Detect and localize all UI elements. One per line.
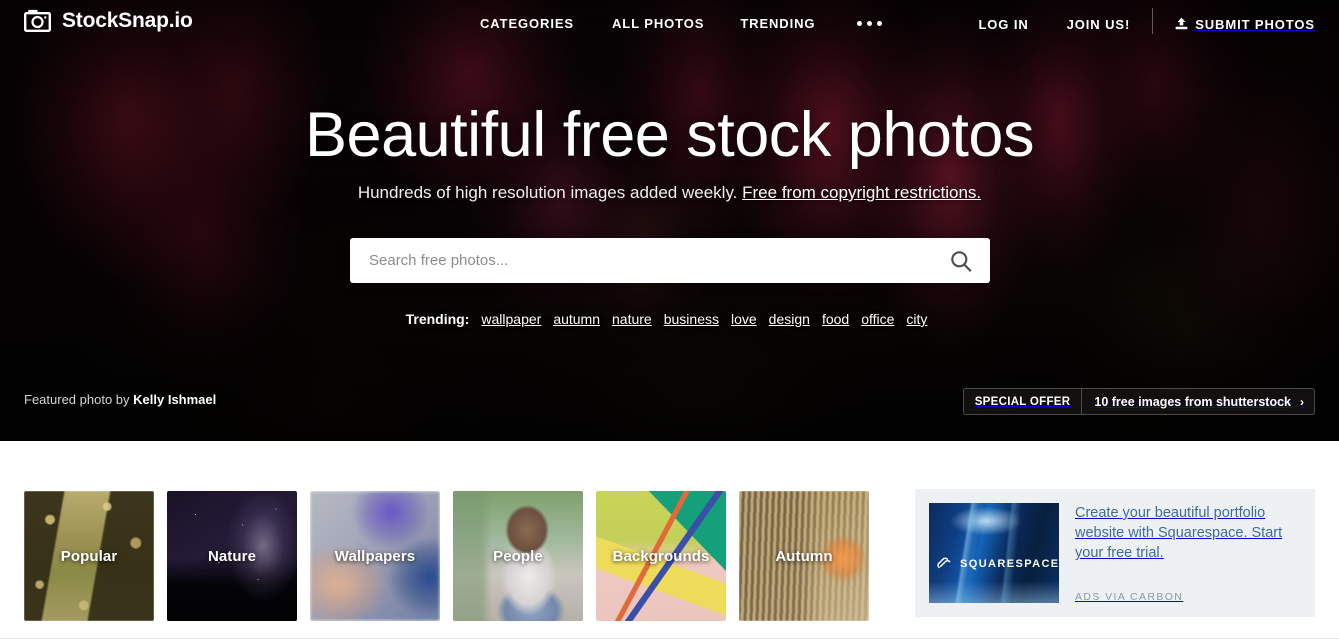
credit-author[interactable]: Kelly Ishmael: [133, 392, 216, 407]
hero-subtitle-text: Hundreds of high resolution images added…: [357, 183, 738, 202]
ellipsis-dot: [867, 21, 873, 26]
copyright-link[interactable]: Free from copyright restrictions.: [742, 183, 981, 202]
credit-prefix: Featured photo by: [24, 392, 130, 407]
ellipsis-dot: [877, 21, 883, 26]
special-offer-banner[interactable]: SPECIAL OFFER 10 free images from shutte…: [962, 388, 1315, 415]
submit-photos-button[interactable]: SUBMIT PHOTOS: [1175, 15, 1315, 34]
chevron-right-icon: ›: [1300, 394, 1304, 409]
camera-icon: [24, 9, 51, 32]
hero-subtitle: Hundreds of high resolution images added…: [0, 183, 1339, 203]
search-input[interactable]: [350, 238, 932, 283]
category-card-popular[interactable]: Popular: [24, 491, 154, 621]
category-label: People: [493, 547, 543, 565]
category-card-wallpapers[interactable]: Wallpapers: [310, 491, 440, 621]
category-label: Nature: [207, 547, 257, 565]
main-navigation: StockSnap.io CATEGORIES ALL PHOTOS TREND…: [0, 0, 1339, 48]
featured-photo-credit: Featured photo by Kelly Ishmael: [24, 392, 216, 407]
brand-logo-link[interactable]: StockSnap.io: [24, 9, 193, 32]
ellipsis-icon[interactable]: [855, 15, 884, 32]
category-card-autumn[interactable]: Autumn: [739, 491, 869, 621]
ad-brand-name: SQUARESPACE: [960, 557, 1059, 570]
ad-provider-credit: ADS VIA CARBON: [1075, 591, 1184, 603]
squarespace-logo-icon: [936, 555, 953, 572]
category-card-nature[interactable]: Nature: [167, 491, 297, 621]
nav-divider: [1152, 8, 1154, 34]
upload-icon: [1175, 17, 1188, 31]
nav-item-trending[interactable]: TRENDING: [740, 14, 815, 33]
ad-image: SQUARESPACE: [929, 503, 1059, 603]
category-label: Autumn: [775, 547, 833, 565]
trending-tag-love[interactable]: love: [731, 311, 757, 327]
trending-tag-business[interactable]: business: [664, 311, 719, 327]
ad-body: Create your beautiful portfolio website …: [1075, 503, 1301, 603]
special-offer-text: 10 free images from shutterstock: [1094, 394, 1291, 409]
search-button[interactable]: [932, 238, 990, 283]
nav-item-log-in[interactable]: LOG IN: [978, 15, 1028, 34]
trending-label: Trending:: [405, 311, 470, 327]
trending-tag-city[interactable]: city: [906, 311, 927, 327]
submit-photos-label: SUBMIT PHOTOS: [1195, 16, 1315, 32]
trending-tag-autumn[interactable]: autumn: [553, 311, 600, 327]
trending-tag-design[interactable]: design: [769, 311, 810, 327]
category-card-people[interactable]: People: [453, 491, 583, 621]
trending-tags: Trending: wallpaper autumn nature business lo…: [0, 311, 1339, 327]
brand-name: StockSnap.io: [62, 9, 193, 32]
category-label: Popular: [60, 547, 118, 565]
trending-tag-wallpaper[interactable]: wallpaper: [481, 311, 541, 327]
trending-tag-office[interactable]: office: [861, 311, 894, 327]
page-title: Beautiful free stock photos: [305, 100, 1034, 170]
nav-item-categories[interactable]: CATEGORIES: [480, 14, 574, 33]
category-label: Wallpapers: [334, 547, 416, 565]
nav-center-links: CATEGORIES ALL PHOTOS TRENDING: [480, 14, 884, 33]
category-card-list: Popular Nature Wallpapers People Backgro…: [24, 491, 869, 621]
category-card-backgrounds[interactable]: Backgrounds: [596, 491, 726, 621]
special-offer-tag: SPECIAL OFFER: [964, 389, 1083, 414]
ellipsis-dot: [857, 21, 863, 26]
category-label: Backgrounds: [612, 547, 710, 565]
hero-section: StockSnap.io CATEGORIES ALL PHOTOS TREND…: [0, 0, 1339, 441]
nav-item-all-photos[interactable]: ALL PHOTOS: [612, 14, 704, 33]
special-offer-text-wrap: 10 free images from shutterstock ›: [1082, 389, 1314, 414]
trending-tag-nature[interactable]: nature: [612, 311, 652, 327]
nav-right-links: LOG IN JOIN US! SUBMIT PHOTOS: [978, 8, 1315, 34]
search-icon: [950, 250, 972, 272]
search-bar: [350, 238, 990, 283]
ad-brand-lockup: SQUARESPACE: [936, 555, 1059, 572]
trending-tag-food[interactable]: food: [822, 311, 849, 327]
carbon-ad[interactable]: SQUARESPACE Create your beautiful portfo…: [915, 489, 1315, 617]
ad-text: Create your beautiful portfolio website …: [1075, 505, 1283, 561]
nav-item-join-us[interactable]: JOIN US!: [1067, 15, 1131, 34]
